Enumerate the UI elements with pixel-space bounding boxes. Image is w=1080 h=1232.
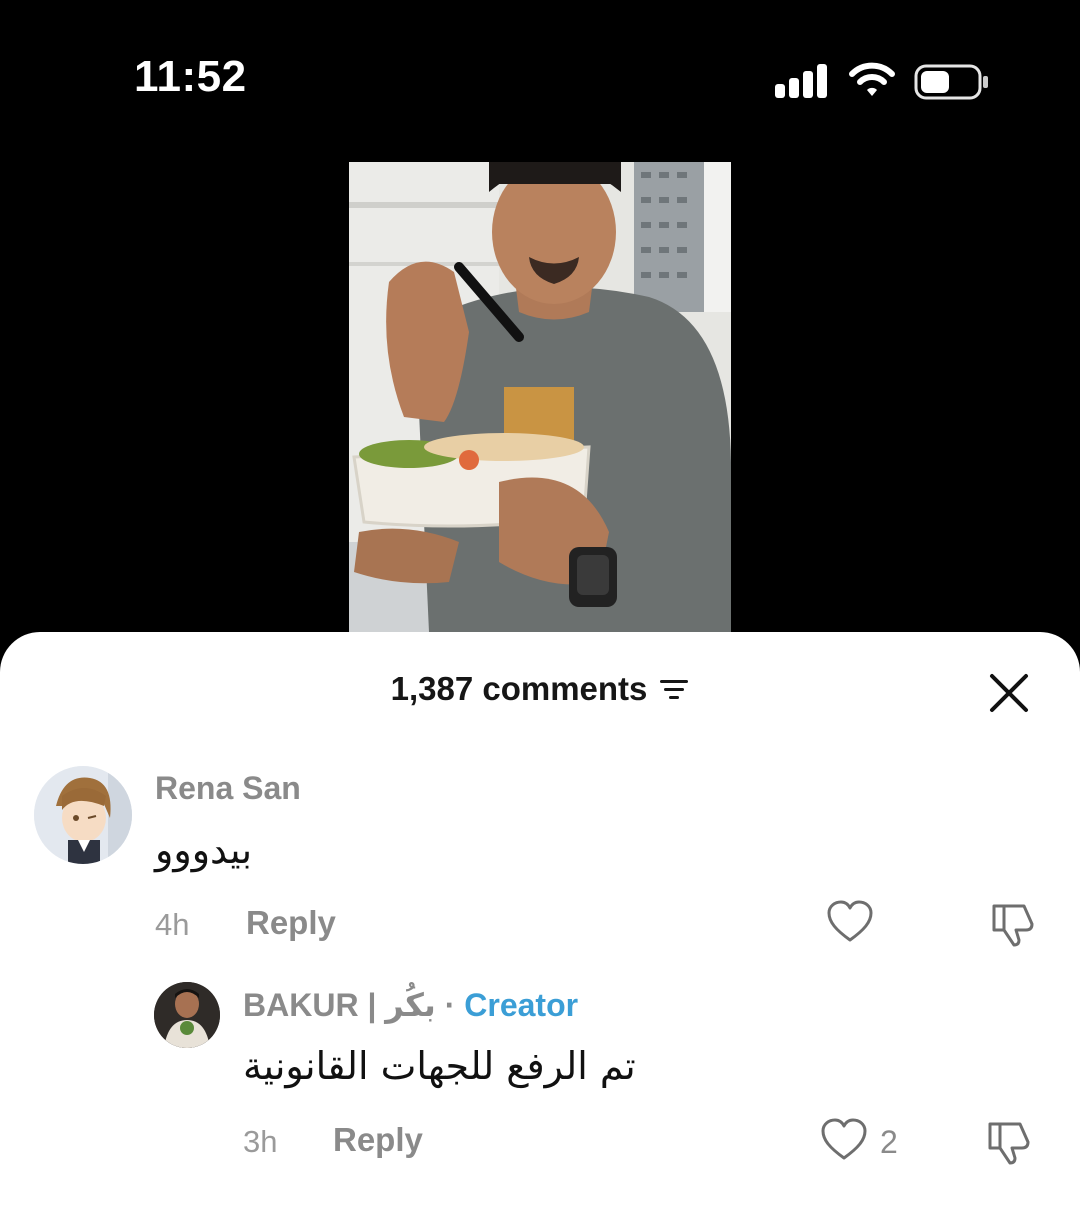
reply-author[interactable]: BAKUR | بكُر [243,987,436,1023]
comments-sheet: 1,387 comments Rena San بيدووو 4h Reply … [0,632,1080,1232]
wifi-icon [849,62,895,96]
heart-icon[interactable] [820,1118,868,1162]
comment-time: 4h [155,907,190,942]
filter-icon[interactable] [659,677,689,701]
status-time: 11:52 [134,52,247,101]
battery-icon [914,64,988,100]
comments-count: 1,387 comments [390,670,648,707]
comments-header: 1,387 comments [0,670,1080,708]
video-frame-image [349,162,731,632]
reply-button[interactable]: Reply [333,1121,423,1159]
comment-text: بيدووو [155,828,253,872]
comment-author[interactable]: Rena San [155,770,301,807]
reply-time: 3h [243,1124,278,1159]
avatar[interactable] [154,982,220,1048]
avatar[interactable] [34,766,132,864]
video-player[interactable] [349,162,731,632]
reply-button[interactable]: Reply [246,904,336,942]
separator-dot: · [444,987,456,1023]
thumbs-down-icon[interactable] [984,1118,1032,1166]
heart-icon[interactable] [826,900,874,944]
cellular-signal-icon [775,62,829,98]
close-icon[interactable] [986,670,1032,716]
reply-author-line: BAKUR | بكُر · Creator [243,986,578,1024]
reply-text: تم الرفع للجهات القانونية [243,1044,636,1088]
like-count: 2 [880,1124,898,1160]
creator-badge: Creator [464,987,579,1023]
thumbs-down-icon[interactable] [988,900,1036,948]
